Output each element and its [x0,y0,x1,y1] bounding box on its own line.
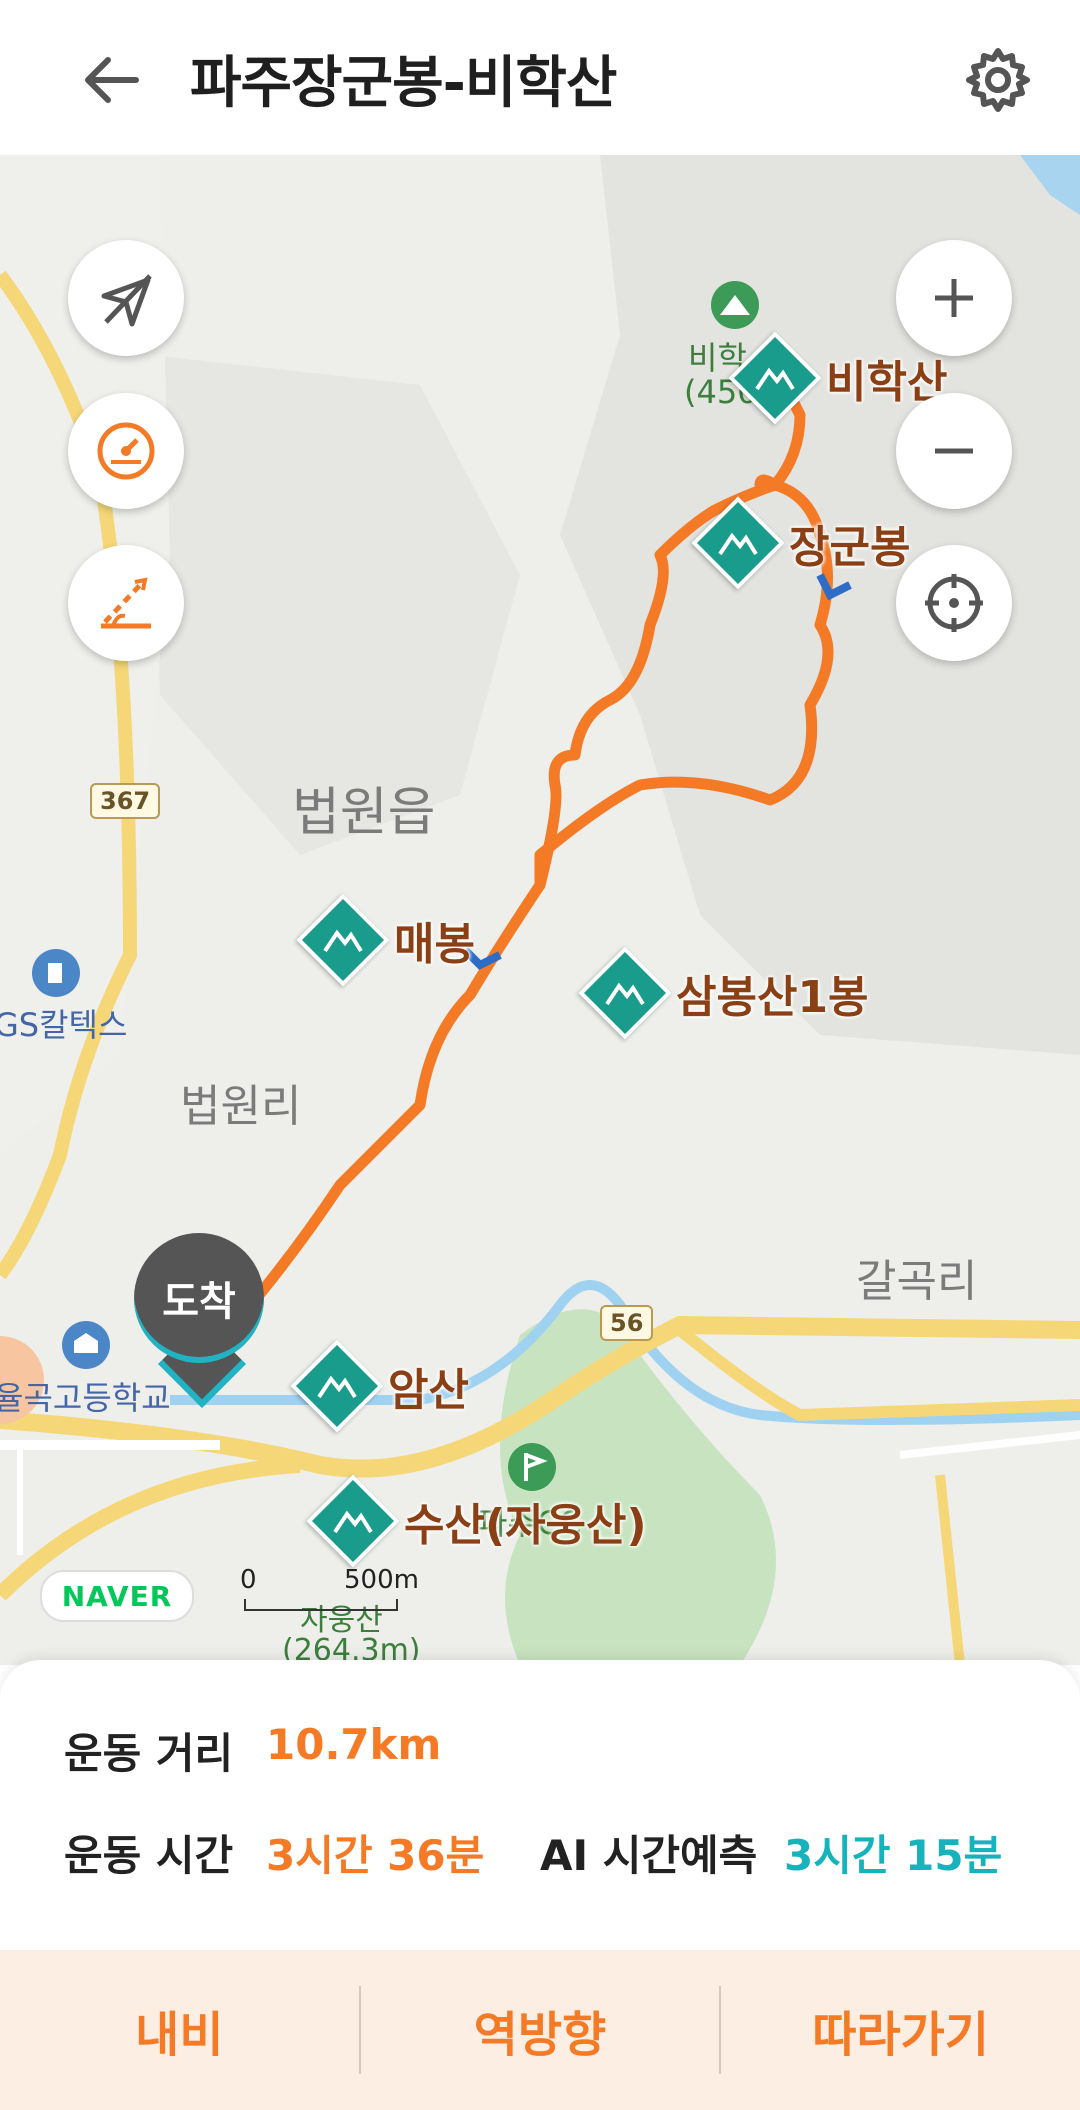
peak-marker[interactable]: 장군봉 [691,496,911,590]
page-title: 파주장군봉-비학산 [190,51,617,116]
road-number: 367 [90,783,161,819]
peak-name: 삼봉산1봉 [676,972,869,1023]
zoom-out-icon [935,448,973,454]
map-view[interactable]: 법원읍 법원리 갈곡리 GS칼텍스 율곡고등학교 파주CC 비학 (450. 자… [0,155,1080,1665]
distance-label: 운동 거리 [64,1729,234,1778]
app-header: 파주장군봉-비학산 [0,0,1080,155]
distance-value: 10.7km [266,1720,442,1769]
ai-time-label: AI 시간예측 [540,1831,758,1880]
compass-toggle-button[interactable] [68,240,184,356]
peak-name: 수산(자웅산) [404,1500,647,1551]
arrow-left-icon [85,57,139,103]
locate-button[interactable] [896,545,1012,661]
road-number: 56 [600,1305,654,1341]
arrival-label: 도착 [162,1279,236,1325]
peak-marker[interactable]: 수산(자웅산) [306,1474,647,1568]
mountain-icon [306,1474,400,1568]
stats-panel: 운동 거리 10.7km 운동 시간 3시간 36분 AI 시간예측 3시간 1… [0,1660,1080,1950]
zoom-in-icon [935,279,973,317]
back-button[interactable] [70,40,150,120]
zoom-out-button[interactable] [896,393,1012,509]
peak-name: 매봉 [394,919,475,970]
speed-button[interactable] [68,393,184,509]
peak-marker[interactable]: 암산 [290,1339,469,1433]
village-label: 갈곡리 [856,1256,978,1307]
mountain-icon [728,331,822,425]
peak-marker[interactable]: 삼봉산1봉 [578,946,869,1040]
follow-button[interactable]: 따라가기 [721,1995,1080,2065]
slope-button[interactable] [68,545,184,661]
mountain-icon [296,893,390,987]
gas-station-label: GS칼텍스 [0,1006,128,1044]
settings-button[interactable] [956,38,1040,122]
compass-off-icon [101,274,152,327]
action-bar: 내비 역방향 따라가기 [0,1950,1080,2110]
locate-icon [925,574,983,632]
mountain-icon [290,1339,384,1433]
time-value: 3시간 36분 [266,1831,485,1880]
gear-icon [966,48,1030,112]
scale-start: 0 [240,1565,257,1595]
district-label: 법원읍 [292,783,436,843]
mountain-icon [691,496,785,590]
scale-end: 500m [344,1565,419,1595]
naver-logo: NAVER [40,1570,194,1622]
navigation-button[interactable]: 내비 [0,1995,359,2065]
scale-bar [244,1599,398,1611]
zoom-in-button[interactable] [896,240,1012,356]
peak-name: 암산 [388,1365,469,1416]
village-label: 법원리 [180,1081,302,1132]
ai-time-value: 3시간 15분 [784,1831,1003,1880]
speedometer-icon [97,422,155,480]
mountain-icon [578,946,672,1040]
peak-marker[interactable]: 비학산 [728,331,947,425]
time-label: 운동 시간 [64,1831,234,1880]
reverse-button[interactable]: 역방향 [361,1995,720,2065]
slope-icon [101,577,151,629]
peak-marker[interactable]: 매봉 [296,893,475,987]
arrival-marker[interactable]: 도착 [134,1233,264,1408]
peak-name: 장군봉 [789,522,911,573]
